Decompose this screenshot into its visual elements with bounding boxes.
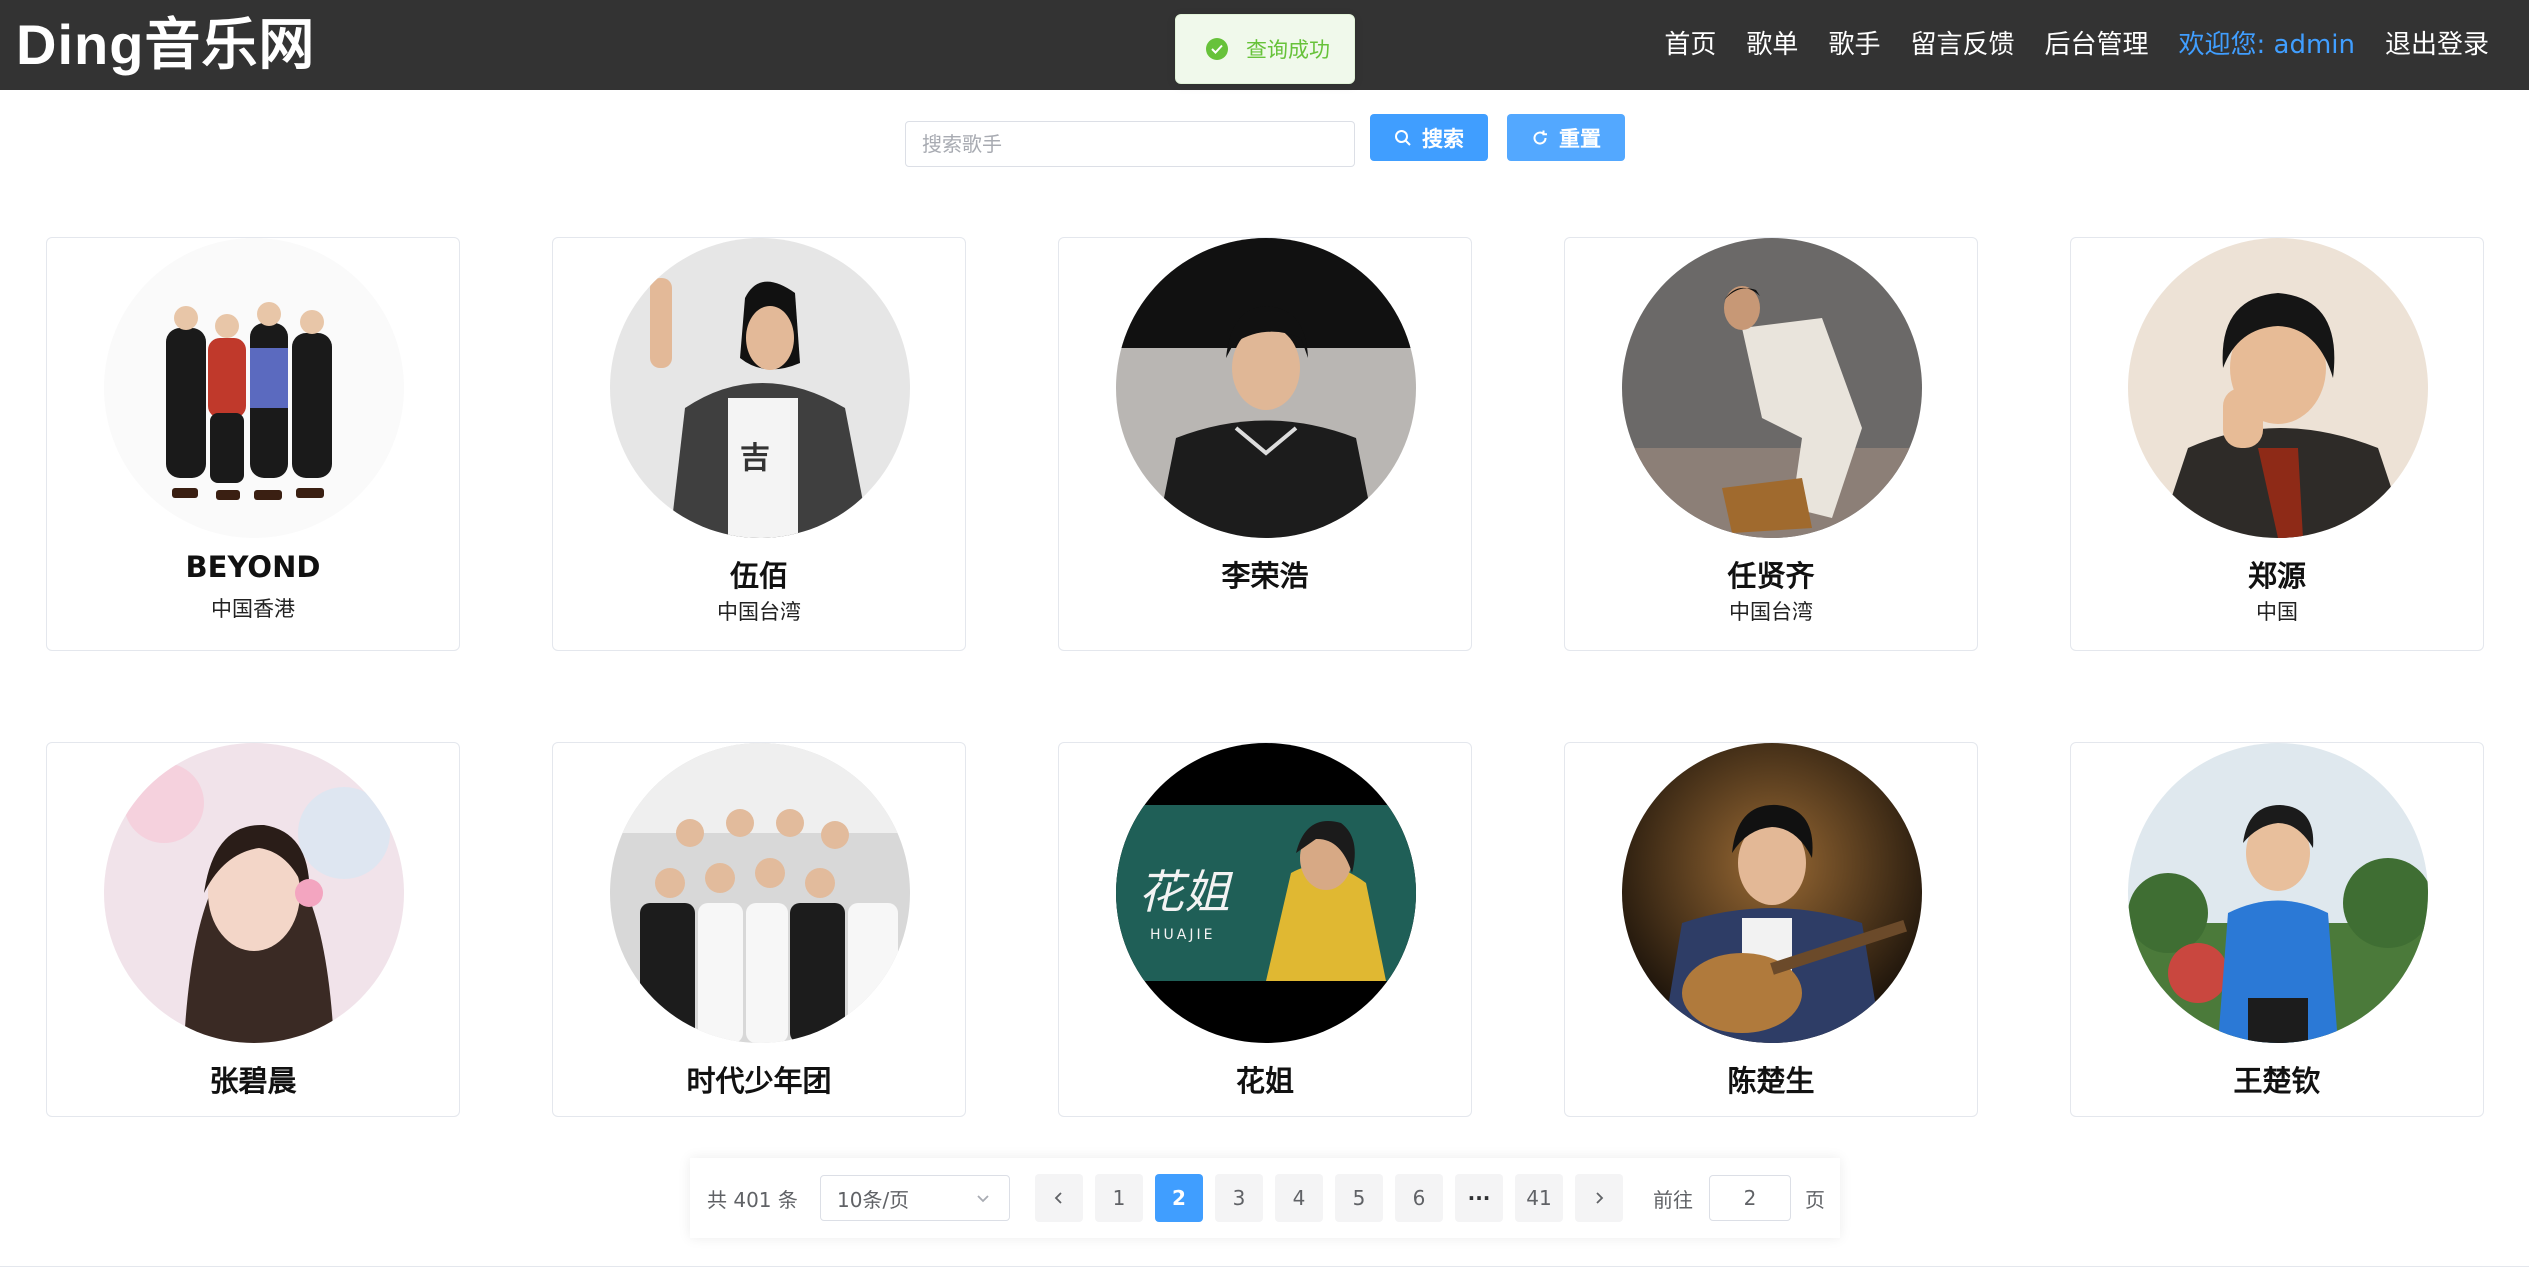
artist-name: 时代少年团 bbox=[686, 1064, 832, 1098]
artist-avatar bbox=[2128, 238, 2428, 538]
artist-region: 中国 bbox=[2256, 600, 2298, 624]
svg-text:HUAJIE: HUAJIE bbox=[1150, 927, 1215, 943]
page-button[interactable]: 6 bbox=[1395, 1174, 1443, 1222]
divider bbox=[0, 1266, 2529, 1267]
artist-card[interactable]: 李荣浩 bbox=[1058, 237, 1472, 651]
artist-name: 王楚钦 bbox=[2233, 1064, 2321, 1098]
page-button[interactable]: 3 bbox=[1215, 1174, 1263, 1222]
svg-text:吉: 吉 bbox=[740, 441, 770, 476]
page-size-select[interactable]: 10条/页 bbox=[820, 1175, 1010, 1221]
artist-avatar bbox=[2128, 743, 2428, 1043]
chevron-left-icon bbox=[1054, 1192, 1062, 1204]
svg-text:花姐: 花姐 bbox=[1138, 865, 1234, 919]
artist-region: 中国香港 bbox=[211, 597, 295, 621]
artist-card[interactable]: 郑源 中国 bbox=[2070, 237, 2484, 651]
artist-name: 伍佰 bbox=[729, 559, 788, 593]
artist-card[interactable]: 陈楚生 bbox=[1564, 742, 1978, 1117]
artist-avatar bbox=[1622, 743, 1922, 1043]
main-nav: 首页 歌单 歌手 留言反馈 后台管理 欢迎您: admin 退出登录 bbox=[1664, 0, 2489, 84]
chevron-right-icon bbox=[1596, 1192, 1604, 1204]
more-pages-button[interactable]: ··· bbox=[1455, 1174, 1503, 1222]
artist-avatar bbox=[104, 238, 404, 538]
goto-label: 前往 bbox=[1653, 1188, 1693, 1212]
artist-name: BEYOND bbox=[185, 550, 321, 584]
page-button-current[interactable]: 2 bbox=[1155, 1174, 1203, 1222]
reset-button[interactable]: 重置 bbox=[1507, 114, 1625, 161]
next-page-button[interactable] bbox=[1575, 1174, 1623, 1222]
chevron-down-icon bbox=[977, 1195, 989, 1203]
page-button[interactable]: 5 bbox=[1335, 1174, 1383, 1222]
singer-search-input[interactable] bbox=[905, 121, 1355, 167]
check-circle-icon bbox=[1206, 38, 1228, 60]
reset-button-label: 重置 bbox=[1559, 126, 1601, 151]
search-button[interactable]: 搜索 bbox=[1370, 114, 1488, 161]
logout-link[interactable]: 退出登录 bbox=[2385, 24, 2489, 61]
artist-card[interactable]: 王楚钦 bbox=[2070, 742, 2484, 1117]
nav-feedback[interactable]: 留言反馈 bbox=[1910, 24, 2014, 61]
artist-avatar: 花姐 HUAJIE bbox=[1116, 743, 1416, 1043]
prev-page-button[interactable] bbox=[1035, 1174, 1083, 1222]
page-suffix-label: 页 bbox=[1805, 1188, 1825, 1212]
page-button[interactable]: 1 bbox=[1095, 1174, 1143, 1222]
nav-admin[interactable]: 后台管理 bbox=[2044, 24, 2148, 61]
nav-home[interactable]: 首页 bbox=[1664, 24, 1716, 61]
artist-avatar bbox=[1116, 238, 1416, 538]
pagination-total: 共 401 条 bbox=[707, 1188, 798, 1212]
page-size-value: 10条/页 bbox=[837, 1187, 910, 1212]
search-button-label: 搜索 bbox=[1422, 126, 1464, 151]
artist-card[interactable]: 张碧晨 bbox=[46, 742, 460, 1117]
artist-name: 张碧晨 bbox=[209, 1064, 297, 1098]
artist-name: 郑源 bbox=[2247, 559, 2306, 593]
artist-name: 李荣浩 bbox=[1221, 559, 1309, 593]
success-toast: 查询成功 bbox=[1175, 14, 1355, 84]
toast-message: 查询成功 bbox=[1246, 38, 1330, 62]
artist-avatar bbox=[1622, 238, 1922, 538]
artist-name: 任贤齐 bbox=[1727, 559, 1815, 593]
artist-card[interactable]: 花姐 HUAJIE 花姐 bbox=[1058, 742, 1472, 1117]
artist-avatar: 吉 bbox=[610, 238, 910, 538]
artist-avatar bbox=[610, 743, 910, 1043]
welcome-user[interactable]: 欢迎您: admin bbox=[2178, 24, 2355, 61]
artist-name: 花姐 bbox=[1235, 1064, 1294, 1098]
site-logo[interactable]: Ding音乐网 bbox=[16, 10, 315, 80]
goto-page-input[interactable] bbox=[1709, 1175, 1791, 1221]
page-button[interactable]: 41 bbox=[1515, 1174, 1563, 1222]
refresh-icon bbox=[1533, 130, 1547, 145]
nav-singers[interactable]: 歌手 bbox=[1828, 24, 1880, 61]
artist-card[interactable]: BEYOND 中国香港 bbox=[46, 237, 460, 651]
artist-avatar bbox=[104, 743, 404, 1043]
artist-name: 陈楚生 bbox=[1727, 1064, 1815, 1098]
artist-card[interactable]: 任贤齐 中国台湾 bbox=[1564, 237, 1978, 651]
artist-region: 中国台湾 bbox=[1729, 600, 1813, 624]
artist-card[interactable]: 时代少年团 bbox=[552, 742, 966, 1117]
artist-card[interactable]: 吉 伍佰 中国台湾 bbox=[552, 237, 966, 651]
search-icon bbox=[1395, 129, 1411, 146]
nav-playlists[interactable]: 歌单 bbox=[1746, 24, 1798, 61]
artist-region: 中国台湾 bbox=[717, 600, 801, 624]
page-button[interactable]: 4 bbox=[1275, 1174, 1323, 1222]
